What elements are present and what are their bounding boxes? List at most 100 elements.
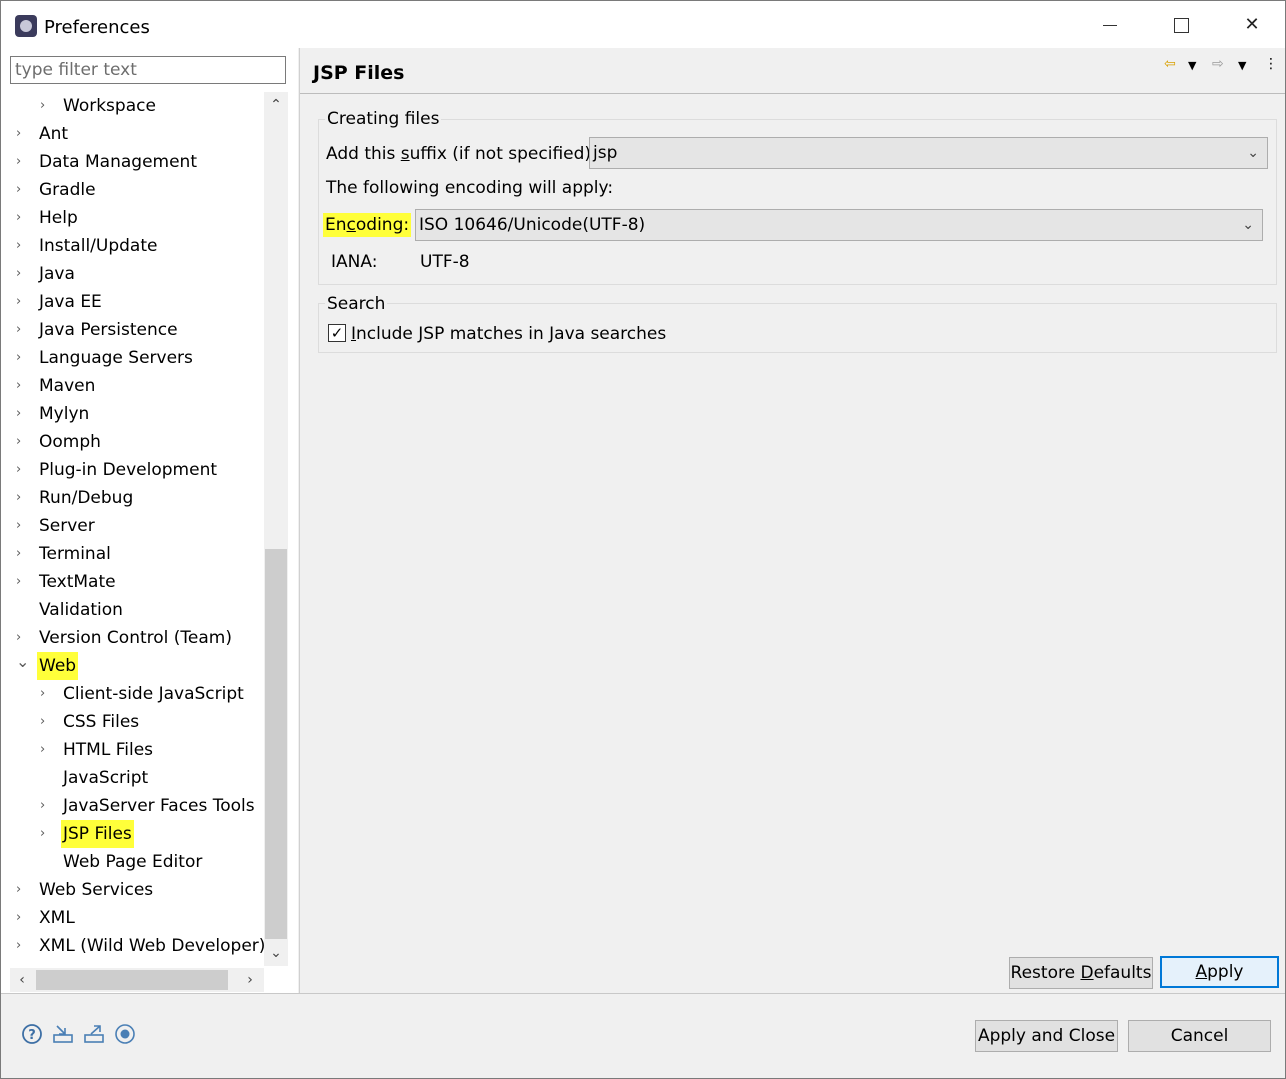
chevron-right-icon[interactable]: › [16, 204, 30, 232]
back-menu-icon[interactable]: ▼ [1188, 59, 1196, 72]
scroll-thumb[interactable] [265, 549, 287, 939]
chevron-right-icon[interactable]: › [16, 316, 30, 344]
tree-item-label: Workspace [63, 96, 156, 116]
chevron-right-icon[interactable]: › [16, 148, 30, 176]
pane-divider[interactable] [299, 48, 300, 993]
tree-item[interactable]: › Java EE [10, 288, 264, 316]
tree-item[interactable]: › Server [10, 512, 264, 540]
tree-item[interactable]: › TextMate [10, 568, 264, 596]
chevron-right-icon[interactable]: › [16, 456, 30, 484]
tree-item-label: CSS Files [63, 712, 140, 732]
encoding-select[interactable]: ISO 10646/Unicode(UTF-8) ⌄ [415, 209, 1263, 241]
chevron-right-icon[interactable]: › [16, 232, 30, 260]
view-menu-icon[interactable]: ⋮ [1264, 56, 1278, 72]
tree-item-label: TextMate [39, 572, 116, 592]
chevron-right-icon[interactable]: › [16, 876, 30, 904]
export-icon[interactable] [83, 1023, 105, 1045]
tree-item[interactable]: › Oomph [10, 428, 264, 456]
apply-and-close-button[interactable]: Apply and Close [975, 1020, 1118, 1052]
minimize-button[interactable] [1075, 1, 1145, 48]
chevron-right-icon[interactable]: › [16, 260, 30, 288]
forward-menu-icon[interactable]: ▼ [1238, 59, 1246, 72]
scroll-left-icon[interactable]: ‹ [10, 968, 34, 992]
chevron-right-icon[interactable]: › [16, 484, 30, 512]
tree-item[interactable]: ⌄ Web [10, 652, 264, 680]
include-jsp-checkbox[interactable]: ✓ [328, 324, 346, 342]
scroll-thumb-horizontal[interactable] [36, 970, 228, 990]
restore-defaults-button[interactable]: Restore Defaults [1009, 957, 1153, 989]
chevron-right-icon[interactable]: › [40, 820, 54, 848]
tree-item[interactable]: JavaScript [10, 764, 264, 792]
chevron-right-icon[interactable]: › [40, 680, 54, 708]
tree-item-label: Gradle [39, 180, 96, 200]
chevron-right-icon[interactable]: › [16, 512, 30, 540]
tree-item-label: Web [37, 652, 79, 680]
tree-horizontal-scrollbar[interactable]: ‹ › [10, 968, 264, 992]
tree-item[interactable]: › XML [10, 904, 264, 932]
scroll-down-icon[interactable]: ⌄ [264, 940, 288, 966]
tree-item[interactable]: › Java Persistence [10, 316, 264, 344]
chevron-right-icon[interactable]: › [16, 400, 30, 428]
tree-item[interactable]: › Gradle [10, 176, 264, 204]
chevron-right-icon[interactable]: › [16, 288, 30, 316]
tree-item[interactable]: Web Page Editor [10, 848, 264, 876]
tree-item[interactable]: › CSS Files [10, 708, 264, 736]
tree-item[interactable]: › Version Control (Team) [10, 624, 264, 652]
tree-item[interactable]: › Data Management [10, 148, 264, 176]
close-button[interactable]: ✕ [1217, 1, 1286, 48]
tree-item[interactable]: › Workspace [10, 92, 264, 120]
tree-item[interactable]: › Help [10, 204, 264, 232]
chevron-right-icon[interactable]: › [40, 792, 54, 820]
chevron-right-icon[interactable]: › [16, 176, 30, 204]
tree-item[interactable]: › HTML Files [10, 736, 264, 764]
scroll-up-icon[interactable]: ⌃ [264, 92, 288, 118]
scroll-right-icon[interactable]: › [238, 968, 262, 992]
chevron-down-icon[interactable]: ⌄ [16, 648, 30, 676]
tree-item[interactable]: Validation [10, 596, 264, 624]
chevron-down-icon: ⌄ [1242, 217, 1254, 233]
help-icon[interactable]: ? [21, 1023, 43, 1045]
tree-item[interactable]: › Mylyn [10, 400, 264, 428]
filter-input[interactable] [10, 56, 286, 84]
chevron-right-icon[interactable]: › [16, 568, 30, 596]
tree-item-label: Oomph [39, 432, 101, 452]
chevron-right-icon[interactable]: › [16, 932, 30, 960]
back-arrow-icon[interactable]: ⇦ [1164, 56, 1176, 72]
apply-button[interactable]: Apply [1160, 956, 1279, 988]
cancel-button[interactable]: Cancel [1128, 1020, 1271, 1052]
tree-item[interactable]: › Run/Debug [10, 484, 264, 512]
tree-item-label: Install/Update [39, 236, 158, 256]
chevron-right-icon[interactable]: › [40, 708, 54, 736]
chevron-right-icon[interactable]: › [16, 372, 30, 400]
chevron-right-icon[interactable]: › [40, 736, 54, 764]
tree-item[interactable]: › Plug-in Development [10, 456, 264, 484]
forward-arrow-icon[interactable]: ⇨ [1212, 56, 1224, 72]
chevron-right-icon[interactable]: › [16, 344, 30, 372]
tree-item[interactable]: › XML (Wild Web Developer) [10, 932, 264, 960]
suffix-select[interactable]: jsp ⌄ [589, 137, 1268, 169]
tree-vertical-scrollbar[interactable]: ⌃ ⌄ [264, 92, 288, 966]
tree-item[interactable]: › Terminal [10, 540, 264, 568]
record-icon[interactable] [114, 1023, 136, 1045]
tree-item-label: Help [39, 208, 78, 228]
tree-item[interactable]: › JavaServer Faces Tools [10, 792, 264, 820]
include-jsp-label[interactable]: Include JSP matches in Java searches [351, 324, 666, 344]
maximize-button[interactable] [1146, 1, 1216, 48]
tree-item[interactable]: › Install/Update [10, 232, 264, 260]
chevron-right-icon[interactable]: › [16, 428, 30, 456]
tree-item[interactable]: › Maven [10, 372, 264, 400]
window-title: Preferences [44, 17, 150, 38]
tree-item[interactable]: › JSP Files [10, 820, 264, 848]
tree-item[interactable]: › Client-side JavaScript [10, 680, 264, 708]
tree-item-label: JavaScript [63, 768, 149, 788]
chevron-right-icon[interactable]: › [16, 540, 30, 568]
maximize-icon [1174, 18, 1189, 33]
import-icon[interactable] [52, 1023, 74, 1045]
tree-item[interactable]: › Java [10, 260, 264, 288]
chevron-right-icon[interactable]: › [40, 92, 54, 120]
chevron-right-icon[interactable]: › [16, 120, 30, 148]
tree-item[interactable]: › Web Services [10, 876, 264, 904]
tree-item[interactable]: › Language Servers [10, 344, 264, 372]
chevron-right-icon[interactable]: › [16, 904, 30, 932]
tree-item[interactable]: › Ant [10, 120, 264, 148]
